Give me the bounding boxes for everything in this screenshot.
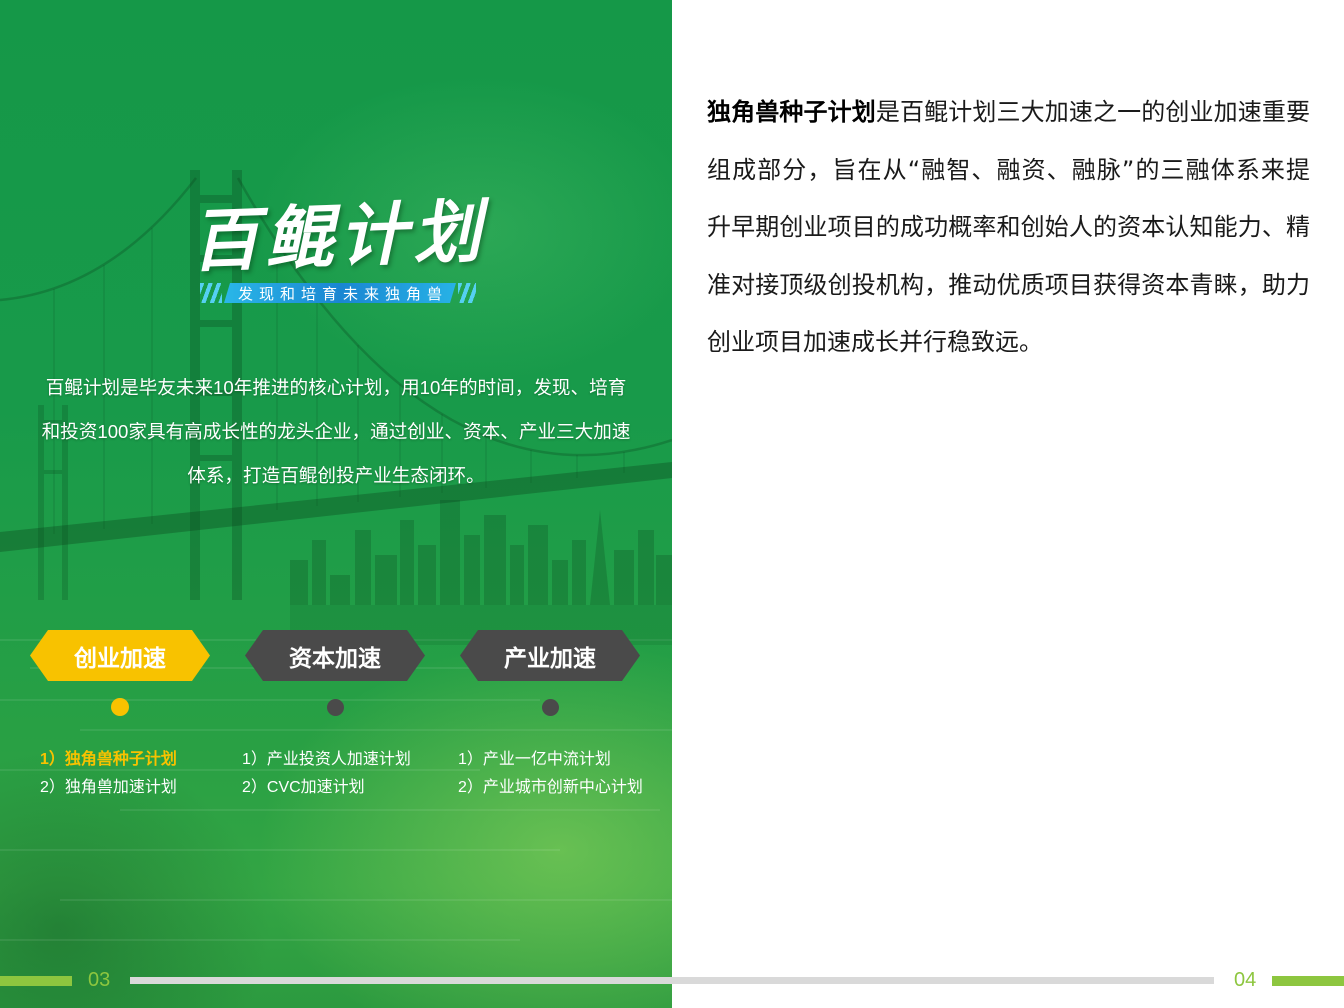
text-line-content: 是百鲲计划三大加速之一的创业加速重要 xyxy=(875,98,1310,126)
list-item: 1）独角兽种子计划 xyxy=(40,751,177,768)
plan-description: 百鲲计划是毕友未来10年推进的核心计划，用10年的时间，发现、培育 和投资100… xyxy=(0,366,672,498)
seed-plan-description: 独角兽种子计划是百鲲计划三大加速之一的创业加速重要 组成部分，旨在从“融智、融资… xyxy=(707,84,1310,372)
list-item: 2）CVC加速计划 xyxy=(242,779,365,796)
city-skyline xyxy=(290,500,672,605)
list-item: 1）产业一亿中流计划 xyxy=(458,751,611,768)
industry-acceleration-list: 1）产业一亿中流计划 2）产业城市创新中心计划 xyxy=(458,746,643,802)
description-line: 百鲲计划是毕友未来10年推进的核心计划，用10年的时间，发现、培育 xyxy=(45,377,627,398)
text-line: 组成部分，旨在从“融智、融资、融脉”的三融体系来提 xyxy=(707,155,1310,184)
text-line: 准对接顶级创投机构，推动优质项目获得资本青睐，助力 xyxy=(707,270,1310,299)
banner-bar: 发现和培育未来独角兽 xyxy=(224,283,456,303)
page-number-left: 03 xyxy=(88,969,111,991)
track-indicator-dot xyxy=(327,699,344,716)
text-line: 升早期创业项目的成功概率和创始人的资本认知能力、精 xyxy=(707,213,1310,241)
subtitle-text: 发现和培育未来独角兽 xyxy=(237,285,448,303)
description-line: 和投资100家具有高成长性的龙头企业，通过创业、资本、产业三大加速 xyxy=(41,421,631,442)
tag-label: 产业加速 xyxy=(504,644,596,671)
list-item: 2）独角兽加速计划 xyxy=(40,779,177,796)
startup-acceleration-list: 1）独角兽种子计划 2）独角兽加速计划 xyxy=(40,746,177,802)
plan-name-lead: 独角兽种子计划 xyxy=(707,98,876,126)
capital-acceleration-list: 1）产业投资人加速计划 2）CVC加速计划 xyxy=(242,746,411,802)
footer-accent-bar-right xyxy=(1272,976,1344,986)
list-item: 2）产业城市创新中心计划 xyxy=(458,779,643,796)
text-line: 独角兽种子计划是百鲲计划三大加速之一的创业加速重要 xyxy=(707,84,1310,142)
track-indicator-dot xyxy=(111,698,129,716)
tag-industry-acceleration[interactable]: 产业加速 xyxy=(460,630,640,681)
footer-accent-bar-left xyxy=(0,976,72,986)
tag-capital-acceleration[interactable]: 资本加速 xyxy=(245,630,425,681)
subtitle-banner: 发现和培育未来独角兽 xyxy=(200,283,476,303)
track-indicator-dot xyxy=(542,699,559,716)
text-line: 创业项目加速成长并行稳致远。 xyxy=(707,328,1043,356)
page-number-right: 04 xyxy=(1234,969,1257,991)
bridge-background-illustration xyxy=(0,170,672,941)
tag-label: 创业加速 xyxy=(74,644,166,671)
banner-stripes-right xyxy=(458,283,476,303)
footer-divider-bar xyxy=(130,977,1214,984)
left-page: 百鲲计划 发现和培育未来独角兽 百鲲计划是毕友未来10年推进的核心计划，用10年… xyxy=(0,0,672,1008)
list-item: 1）产业投资人加速计划 xyxy=(242,751,411,768)
tag-startup-acceleration[interactable]: 创业加速 xyxy=(30,630,210,681)
tag-label: 资本加速 xyxy=(289,644,381,671)
banner-stripes-left xyxy=(200,283,222,303)
description-line: 体系，打造百鲲创投产业生态闭环。 xyxy=(187,465,485,486)
